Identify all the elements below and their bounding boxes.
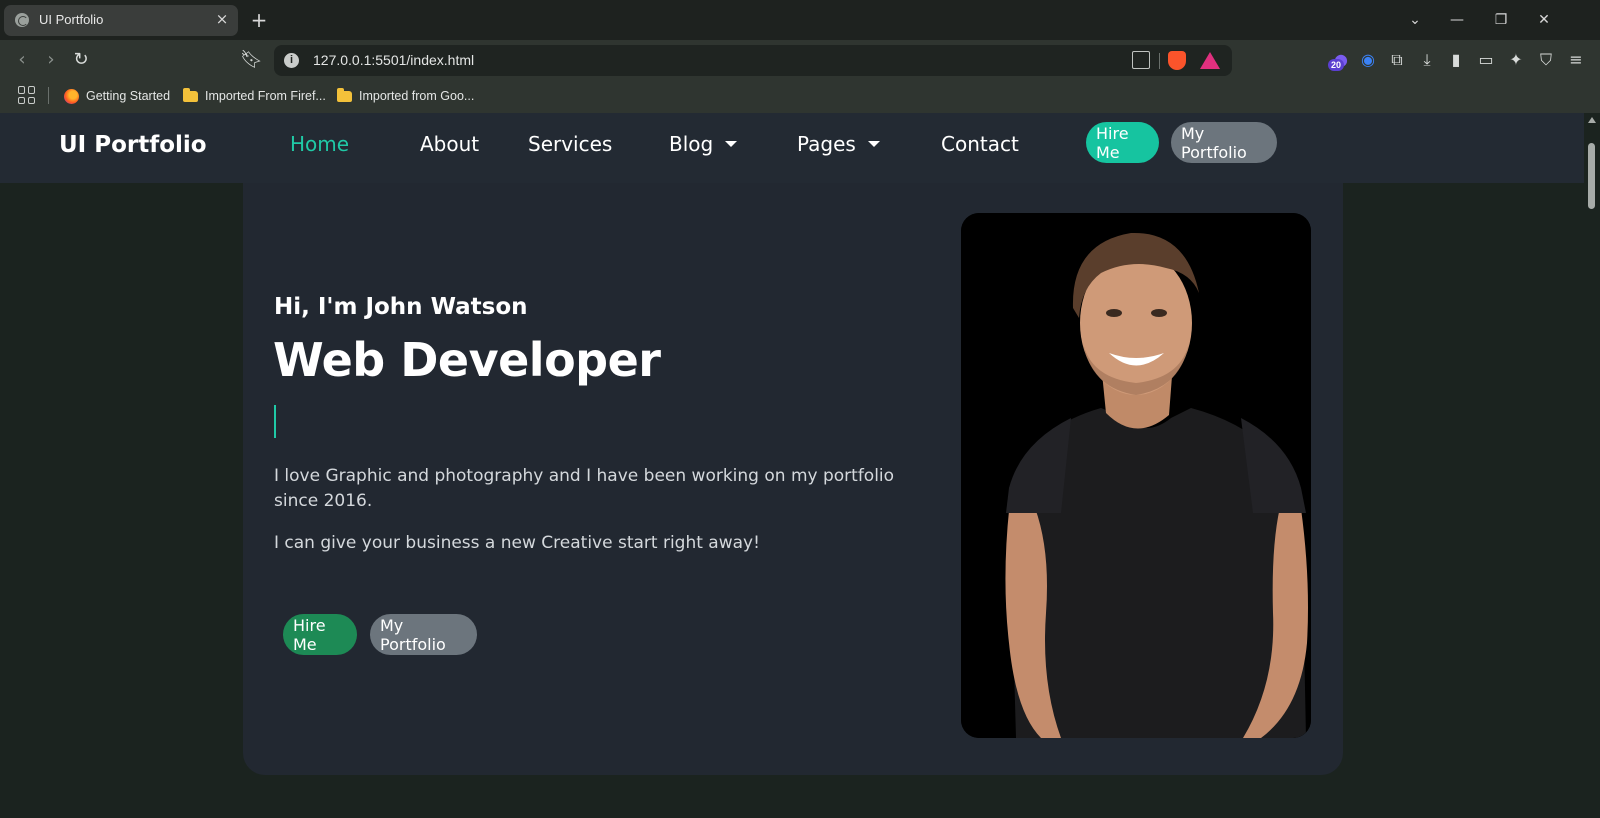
- apps-grid-icon[interactable]: [18, 86, 36, 104]
- bookmark-label: Imported from Goo...: [359, 89, 475, 103]
- minimize-icon[interactable]: —: [1444, 8, 1470, 32]
- bookmark-getting-started[interactable]: Getting Started: [64, 86, 170, 106]
- bookmark-folder-google[interactable]: Imported from Goo...: [337, 86, 474, 106]
- bookmark-folder-firefox[interactable]: Imported From Firef...: [183, 86, 326, 106]
- wallet-icon[interactable]: ▭: [1475, 49, 1497, 71]
- share-icon[interactable]: [1132, 51, 1150, 69]
- page-scrollbar[interactable]: [1584, 113, 1600, 818]
- vpn-icon[interactable]: ◉: [1357, 49, 1379, 71]
- new-tab-button[interactable]: +: [247, 8, 271, 32]
- bookmark-label: Getting Started: [86, 89, 171, 103]
- address-bar[interactable]: i 127.0.0.1:5501/index.html: [274, 45, 1232, 76]
- bookmark-label: Imported From Firef...: [205, 89, 326, 103]
- vpn-shield-icon[interactable]: ⛉: [1535, 49, 1557, 71]
- profile-photo: [961, 213, 1311, 738]
- caret-down-icon: [725, 141, 738, 147]
- hero-hire-me-button[interactable]: Hire Me: [283, 614, 357, 655]
- bookmarks-divider: [48, 87, 49, 104]
- folder-icon: [337, 87, 352, 102]
- firefox-icon: [64, 88, 79, 104]
- nav-hire-me-button[interactable]: Hire Me: [1086, 122, 1159, 163]
- extensions-puzzle-icon[interactable]: ⧉: [1386, 49, 1408, 71]
- nav-home[interactable]: Home: [290, 132, 349, 156]
- brave-shields-icon[interactable]: [1168, 51, 1186, 70]
- tab-search-chevron-icon[interactable]: ⌄: [1402, 8, 1428, 32]
- nav-contact[interactable]: Contact: [941, 132, 1019, 156]
- browser-toolbar: ‹ › ↻ 🔖︎ i 127.0.0.1:5501/index.html ● 2…: [0, 40, 1600, 80]
- nav-blog[interactable]: Blog: [669, 132, 738, 156]
- brave-rewards-icon[interactable]: [1200, 52, 1220, 69]
- hero-card: Hi, I'm John Watson Web Developer I love…: [243, 183, 1343, 775]
- site-brand[interactable]: UI Portfolio: [59, 132, 207, 158]
- hero-role: Web Developer: [273, 333, 661, 387]
- url-text[interactable]: 127.0.0.1:5501/index.html: [313, 52, 474, 68]
- folder-icon: [183, 87, 198, 102]
- leo-ai-icon[interactable]: ✦: [1505, 49, 1527, 71]
- tab-bar: UI Portfolio × + ⌄ — ❐ ✕: [0, 0, 1600, 40]
- site-info-icon[interactable]: i: [284, 53, 299, 68]
- address-divider: [1159, 53, 1160, 69]
- reload-icon[interactable]: ↻: [70, 49, 92, 71]
- nav-pages[interactable]: Pages: [797, 132, 880, 156]
- browser-tab[interactable]: UI Portfolio ×: [4, 5, 238, 36]
- nav-portfolio-button[interactable]: My Portfolio: [1171, 122, 1277, 163]
- hero-greeting: Hi, I'm John Watson: [274, 294, 528, 320]
- scroll-thumb[interactable]: [1588, 143, 1595, 209]
- back-icon[interactable]: ‹: [11, 49, 33, 71]
- globe-icon: [15, 13, 29, 27]
- extension-badge: 20: [1328, 59, 1345, 71]
- bookmark-icon[interactable]: 🔖︎: [240, 49, 263, 71]
- hero-portfolio-button[interactable]: My Portfolio: [370, 614, 477, 655]
- nav-about[interactable]: About: [420, 132, 479, 156]
- person-portrait: [961, 213, 1311, 738]
- scroll-up-icon[interactable]: [1588, 117, 1596, 123]
- hero-paragraph-1: I love Graphic and photography and I hav…: [274, 466, 895, 511]
- close-window-icon[interactable]: ✕: [1531, 8, 1557, 32]
- bookmarks-bar: Getting Started Imported From Firef... I…: [0, 80, 1600, 113]
- typing-cursor: [274, 405, 276, 438]
- sidebar-icon[interactable]: ▮: [1445, 49, 1467, 71]
- close-tab-icon[interactable]: ×: [212, 9, 232, 29]
- page-viewport: UI Portfolio Home About Services Blog Pa…: [0, 113, 1600, 818]
- forward-icon[interactable]: ›: [40, 49, 62, 71]
- menu-icon[interactable]: ≡: [1565, 49, 1587, 71]
- restore-icon[interactable]: ❐: [1488, 8, 1514, 32]
- tab-title: UI Portfolio: [39, 12, 104, 27]
- site-navbar: UI Portfolio Home About Services Blog Pa…: [0, 113, 1584, 183]
- hero-paragraph-2: I can give your business a new Creative …: [274, 533, 760, 553]
- nav-services[interactable]: Services: [528, 132, 612, 156]
- caret-down-icon: [867, 141, 880, 147]
- download-icon[interactable]: ⤓: [1416, 49, 1438, 71]
